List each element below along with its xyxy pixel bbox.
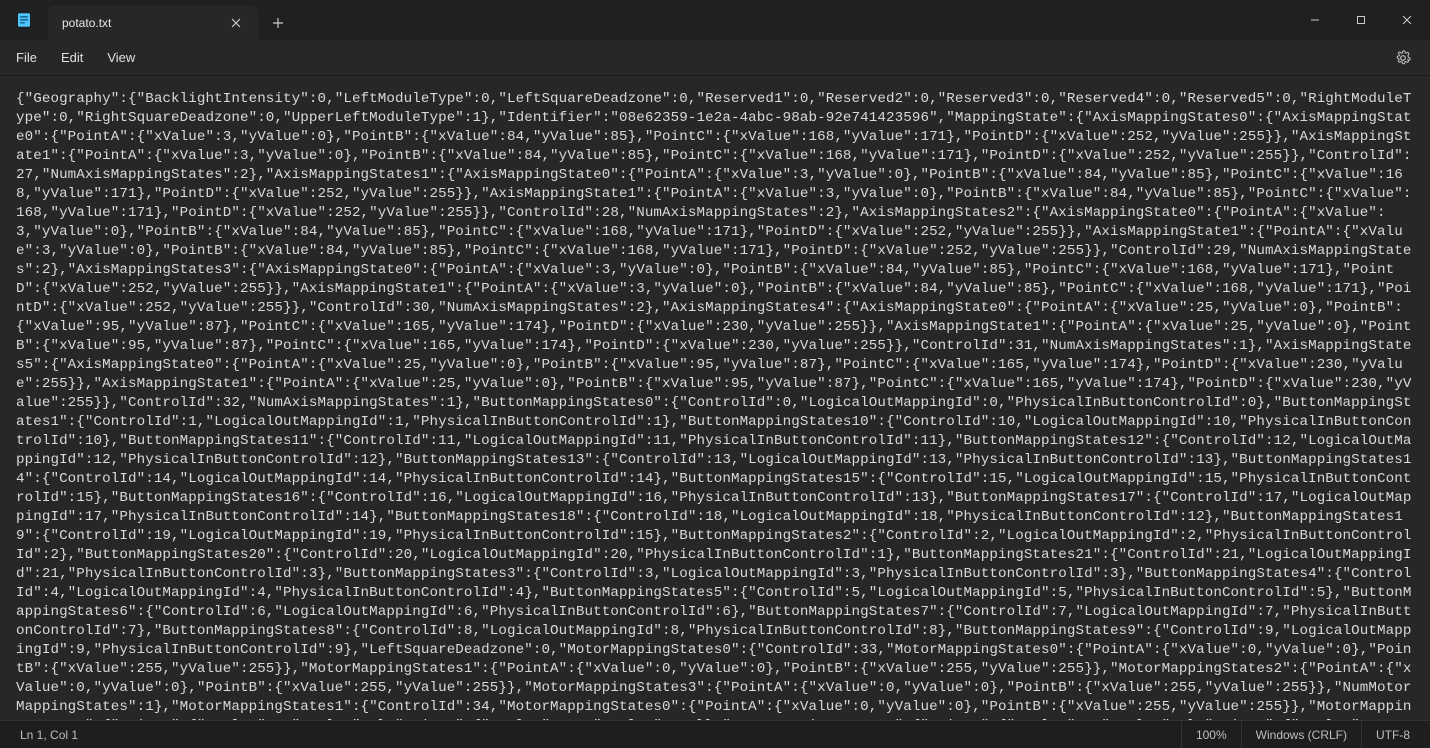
app-icon <box>0 0 48 40</box>
line-endings[interactable]: Windows (CRLF) <box>1241 721 1361 748</box>
cursor-position[interactable]: Ln 1, Col 1 <box>6 721 92 748</box>
title-bar: potato.txt <box>0 0 1430 40</box>
zoom-level[interactable]: 100% <box>1181 721 1241 748</box>
encoding[interactable]: UTF-8 <box>1361 721 1424 748</box>
vertical-scrollbar[interactable] <box>1418 80 1428 716</box>
notepad-window: potato.txt <box>0 0 1430 748</box>
menu-file[interactable]: File <box>4 44 49 71</box>
tab-close-button[interactable] <box>226 13 246 33</box>
maximize-icon <box>1356 15 1366 25</box>
gear-icon <box>1395 50 1411 66</box>
minimize-icon <box>1310 15 1320 25</box>
menu-edit[interactable]: Edit <box>49 44 95 71</box>
scrollbar-track <box>1418 80 1428 716</box>
close-icon <box>1402 15 1412 25</box>
menu-bar: File Edit View <box>0 40 1430 76</box>
maximize-button[interactable] <box>1338 0 1384 40</box>
window-controls <box>1292 0 1430 40</box>
minimize-button[interactable] <box>1292 0 1338 40</box>
close-window-button[interactable] <box>1384 0 1430 40</box>
editor-area[interactable]: {"Geography":{"BacklightIntensity":0,"Le… <box>0 76 1430 720</box>
plus-icon <box>272 17 284 29</box>
document-tab[interactable]: potato.txt <box>48 6 258 40</box>
tab-title: potato.txt <box>62 16 216 30</box>
tab-strip: potato.txt <box>48 0 298 40</box>
close-icon <box>231 18 241 28</box>
notepad-icon <box>15 11 33 29</box>
document-text[interactable]: {"Geography":{"BacklightIntensity":0,"Le… <box>16 90 1414 720</box>
new-tab-button[interactable] <box>258 6 298 40</box>
status-bar: Ln 1, Col 1 100% Windows (CRLF) UTF-8 <box>0 720 1430 748</box>
menu-view[interactable]: View <box>95 44 147 71</box>
settings-button[interactable] <box>1386 44 1420 72</box>
